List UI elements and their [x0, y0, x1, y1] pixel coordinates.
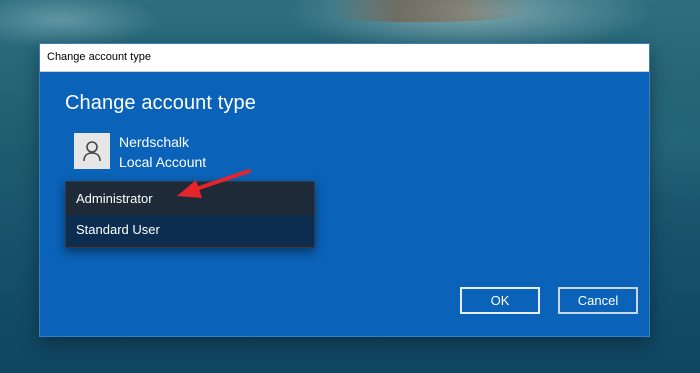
ok-button[interactable]: OK [460, 287, 540, 314]
dialog-heading: Change account type [65, 92, 256, 114]
user-icon [83, 141, 101, 162]
user-account-type: Local Account [119, 154, 207, 170]
window-title: Change account type [47, 51, 151, 63]
account-type-dropdown[interactable]: Administrator Standard User [65, 181, 315, 248]
option-administrator[interactable]: Administrator [66, 184, 314, 214]
title-bar[interactable]: Change account type [40, 44, 649, 72]
user-name: Nerdschalk [119, 134, 190, 150]
option-standard-user[interactable]: Standard User [66, 215, 314, 245]
wallpaper-fish [330, 0, 530, 22]
change-account-type-dialog: Change account type Change account type … [39, 43, 650, 337]
avatar [74, 133, 110, 169]
cancel-button[interactable]: Cancel [558, 287, 638, 314]
